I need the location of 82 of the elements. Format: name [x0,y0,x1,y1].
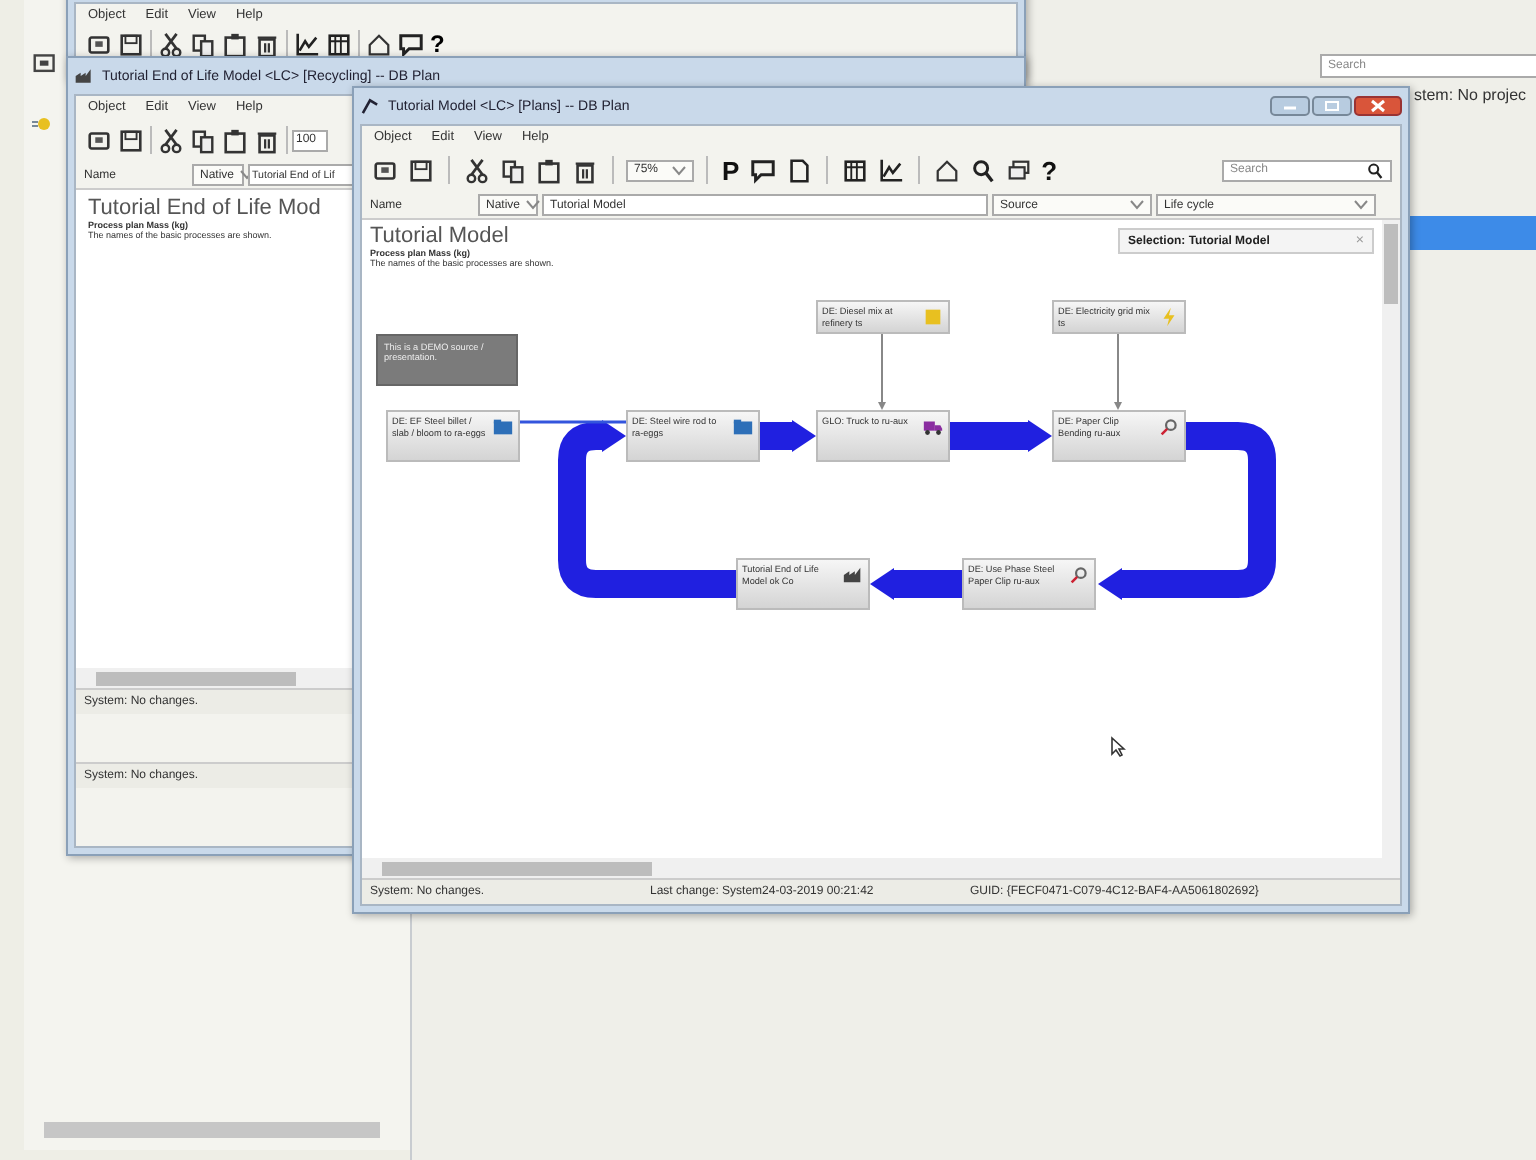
cut-icon [464,157,490,183]
folder-icon [732,416,754,438]
copy-button[interactable] [498,155,528,185]
open-icon [86,31,112,57]
copy-icon [190,31,216,57]
copy-icon [500,157,526,183]
chart-button[interactable] [292,29,322,59]
model-heading: Tutorial Model [370,224,509,248]
paste-button[interactable] [220,125,250,155]
speech-bubble-icon [749,157,776,183]
bolt-icon [1158,306,1180,328]
connector-arrow [878,333,886,410]
table-icon [326,31,352,57]
open-icon [86,127,112,153]
paste-button[interactable] [534,155,564,185]
scroll-bar[interactable] [1384,224,1398,304]
scroll-bar[interactable] [96,671,296,685]
trash-icon [254,127,280,153]
save-icon [408,157,434,183]
scroll-bar[interactable] [382,861,652,875]
speech-bubble-icon [398,31,424,57]
flow-arrow [758,420,816,452]
windows-button[interactable] [1003,155,1034,185]
windows-icon [1005,157,1032,183]
help-button[interactable]: ? [1039,153,1060,187]
copy-button[interactable] [188,125,218,155]
model-heading: Tutorial End of Life Mod [88,196,321,220]
copy-button[interactable] [188,29,218,59]
folder-icon [492,416,514,438]
paste-button[interactable] [220,29,250,59]
minimize-button[interactable] [1270,96,1310,116]
table-icon [841,157,868,183]
flow-arrow [948,420,1052,452]
save-icon [118,31,144,57]
status-text: stem: No projec [1414,86,1527,104]
cut-button[interactable] [462,155,492,185]
chart-icon [294,31,320,57]
maximize-button[interactable] [1312,96,1352,116]
paste-icon [222,127,248,153]
cursor-icon [1110,736,1126,758]
chart-button[interactable] [875,155,906,185]
paste-icon [222,31,248,57]
paste-icon [536,157,562,183]
scroll-bar[interactable] [44,1122,380,1138]
home-icon [366,31,392,57]
search-icon [1366,161,1384,179]
speech-bubble-button[interactable] [396,29,426,59]
flow-arrow [870,568,962,600]
save-button[interactable] [116,125,146,155]
trash-icon [572,157,598,183]
search-icon [969,157,996,183]
home-icon [933,157,960,183]
tree-icon [32,116,52,132]
connector-arrow [1114,333,1122,410]
save-button[interactable] [406,155,436,185]
home-button[interactable] [931,155,962,185]
cut-button[interactable] [156,125,186,155]
cut-icon [158,127,184,153]
connector-line [518,420,626,424]
help-button[interactable]: ? [428,28,447,60]
box-icon [922,306,944,328]
search-button[interactable] [967,155,998,185]
cut-button[interactable] [156,29,186,59]
table-button[interactable] [324,29,354,59]
save-icon [118,127,144,153]
close-button[interactable] [1354,96,1402,116]
trash-icon [254,31,280,57]
chart-icon [360,96,380,116]
cut-icon [158,31,184,57]
open-icon [372,157,398,183]
save-button[interactable] [116,29,146,59]
chart-icon [877,157,904,183]
factory-icon [842,564,864,586]
table-button[interactable] [839,155,870,185]
copy-icon [190,127,216,153]
speech-bubble-button[interactable] [747,155,778,185]
factory-icon [74,66,94,86]
document-icon [32,52,58,76]
page-icon [785,157,812,183]
home-button[interactable] [364,29,394,59]
truck-icon [922,416,944,438]
letter-button[interactable]: P [720,153,742,187]
